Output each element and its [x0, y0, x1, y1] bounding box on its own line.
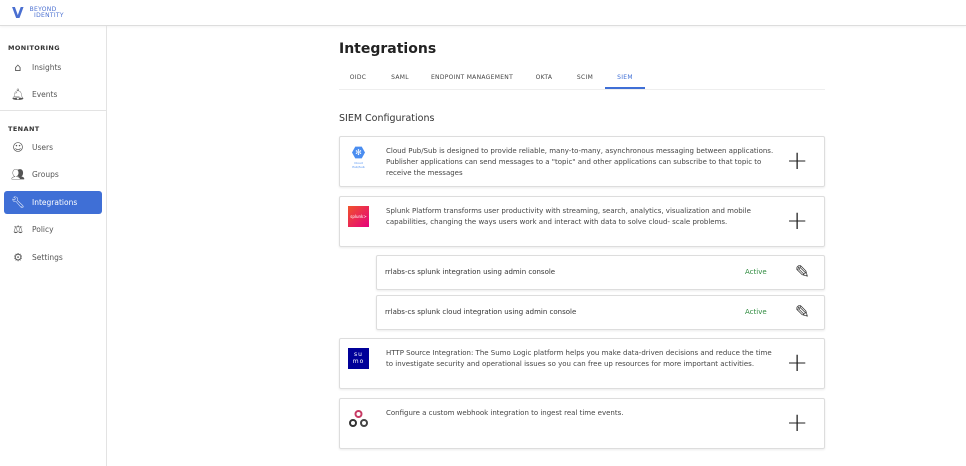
- section-monitoring: MONITORING: [8, 44, 61, 52]
- splunk-config-row[interactable]: rrlabs-cs splunk integration using admin…: [376, 255, 825, 290]
- splunk-config-row[interactable]: rrlabs-cs splunk cloud integration using…: [376, 295, 825, 330]
- gavel-icon: ⚖: [13, 223, 23, 236]
- page-title: Integrations: [339, 41, 437, 57]
- sidebar-item-groups[interactable]: 👥︎ Groups: [4, 163, 102, 186]
- tab-oidc[interactable]: OIDC: [339, 66, 377, 89]
- divider: [0, 110, 107, 111]
- sidebar-item-label: Users: [32, 143, 54, 152]
- sidebar-item-label: Integrations: [32, 198, 78, 207]
- add-icon[interactable]: +: [786, 208, 808, 234]
- tab-saml[interactable]: SAML: [381, 66, 419, 89]
- integration-description: Cloud Pub/Sub is designed to provide rel…: [386, 147, 774, 177]
- integration-card-sumo-logic: su mo HTTP Source Integration: The Sumo …: [339, 338, 825, 389]
- face-icon: ☺: [12, 141, 24, 154]
- section-tenant: TENANT: [8, 125, 40, 133]
- integration-card-webhook: Configure a custom webhook integration t…: [339, 398, 825, 449]
- config-name: rrlabs-cs splunk cloud integration using…: [385, 308, 577, 316]
- section-title: SIEM Configurations: [339, 113, 435, 124]
- tab-bar: OIDC SAML ENDPOINT MANAGEMENT OKTA SCIM …: [339, 66, 825, 90]
- alarm-icon: 🔔︎: [11, 88, 25, 101]
- sidebar-item-settings[interactable]: ⚙ Settings: [4, 246, 102, 269]
- top-header: V BEYOND IDENTITY: [0, 0, 966, 26]
- integration-description: Configure a custom webhook integration t…: [386, 409, 624, 417]
- add-icon[interactable]: +: [786, 148, 808, 174]
- sidebar-item-label: Groups: [32, 170, 59, 179]
- sidebar-item-events[interactable]: 🔔︎ Events: [4, 83, 102, 106]
- google-cloud-pubsub-logo: ✻ Cloud Pub/Sub: [352, 146, 365, 169]
- beyond-identity-logo[interactable]: V BEYOND IDENTITY: [12, 4, 64, 22]
- config-name: rrlabs-cs splunk integration using admin…: [385, 268, 556, 276]
- tab-siem[interactable]: SIEM: [605, 66, 645, 89]
- sidebar-item-label: Settings: [32, 253, 63, 262]
- sidebar-item-label: Policy: [32, 225, 54, 234]
- add-icon[interactable]: +: [786, 350, 808, 376]
- sidebar-item-insights[interactable]: ⌂ Insights: [4, 56, 102, 79]
- integration-description: Splunk Platform transforms user producti…: [386, 207, 751, 226]
- webhook-logo: [348, 408, 369, 429]
- sidebar-item-label: Events: [32, 90, 58, 99]
- edit-pencil-icon[interactable]: ✎: [795, 262, 810, 283]
- logo-text: IDENTITY: [34, 12, 64, 19]
- status-badge: Active: [745, 308, 767, 316]
- sidebar: MONITORING ⌂ Insights 🔔︎ Events TENANT ☺ Us…: [0, 26, 107, 466]
- splunk-logo: splunk>: [348, 206, 369, 227]
- tab-okta[interactable]: OKTA: [525, 66, 563, 89]
- integration-card-pubsub: ✻ Cloud Pub/Sub Cloud Pub/Sub is designe…: [339, 136, 825, 187]
- wrench-icon: 🔧︎: [11, 196, 25, 209]
- sidebar-item-integrations[interactable]: 🔧︎ Integrations: [4, 191, 102, 214]
- sidebar-item-policy[interactable]: ⚖ Policy: [4, 218, 102, 241]
- tab-endpoint-management[interactable]: ENDPOINT MANAGEMENT: [425, 66, 519, 89]
- add-icon[interactable]: +: [786, 410, 808, 436]
- gear-icon: ⚙: [13, 251, 23, 264]
- tab-scim[interactable]: SCIM: [566, 66, 604, 89]
- people-icon: 👥︎: [11, 168, 25, 181]
- sidebar-item-label: Insights: [32, 63, 62, 72]
- sidebar-item-users[interactable]: ☺ Users: [4, 136, 102, 159]
- logo-mark-icon: V: [12, 4, 24, 22]
- integration-description: HTTP Source Integration: The Sumo Logic …: [386, 349, 772, 368]
- status-badge: Active: [745, 268, 767, 276]
- sumo-logic-logo: su mo: [348, 348, 369, 369]
- home-icon: ⌂: [14, 61, 22, 74]
- edit-pencil-icon[interactable]: ✎: [795, 302, 810, 323]
- integration-card-splunk: splunk> Splunk Platform transforms user …: [339, 196, 825, 247]
